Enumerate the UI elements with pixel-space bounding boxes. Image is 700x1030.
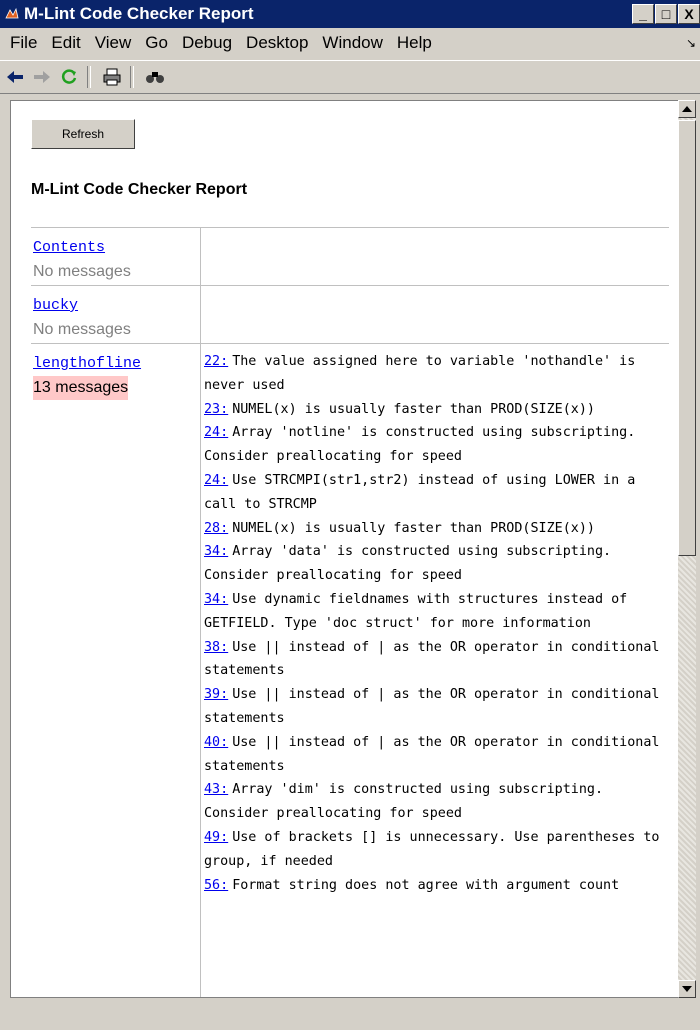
line-number-link[interactable]: 22: [204,354,228,369]
message-item: 23: NUMEL(x) is usually faster than PROD(… [204,398,669,422]
line-number-link[interactable]: 34: [204,544,228,559]
message-text: Use || instead of | as the OR operator i… [204,687,660,726]
message-item: 38: Use || instead of | as the OR operato… [204,636,669,684]
message-item: 24: Array 'notline' is constructed using … [204,421,669,469]
refresh-icon[interactable] [57,65,81,89]
file-cell: bucky No messages [31,286,201,343]
title-bar[interactable]: M-Lint Code Checker Report _ □ X [0,0,700,28]
message-text: Format string does not agree with argume… [232,877,620,893]
menu-desktop[interactable]: Desktop [246,33,308,53]
line-number-link[interactable]: 39: [204,687,228,702]
message-item: 56: Format string does not agree with arg… [204,874,669,898]
message-text: NUMEL(x) is usually faster than PROD(SIZ… [232,401,595,417]
message-text: Use || instead of | as the OR operator i… [204,639,660,679]
toolbar-separator [87,66,91,88]
message-text: Array 'data' is constructed using subscr… [204,544,612,584]
vertical-scrollbar[interactable] [678,100,696,998]
line-number-link[interactable]: 40: [204,735,228,750]
message-text: The value assigned here to variable 'not… [204,354,636,393]
messages-cell: 22: The value assigned here to variable '… [201,344,669,997]
file-row: lengthofline 13 messages 22: The value as… [31,344,669,997]
message-item: 22: The value assigned here to variable '… [204,350,669,398]
message-text: Use STRCMPI(str1,str2) instead of using … [204,472,636,512]
toolbar [0,60,700,94]
print-icon[interactable] [100,65,124,89]
message-item: 24: Use STRCMPI(str1,str2) instead of usi… [204,469,669,517]
report-heading: M-Lint Code Checker Report [31,181,248,198]
maximize-button[interactable]: □ [655,4,677,24]
file-cell: Contents No messages [31,228,201,285]
line-number-link[interactable]: 24: [204,473,228,488]
menu-view[interactable]: View [95,33,132,53]
messages-cell [201,286,669,343]
menu-edit[interactable]: Edit [51,33,80,53]
message-count: No messages [33,321,131,338]
message-item: 43: Array 'dim' is constructed using subs… [204,778,669,826]
menu-go[interactable]: Go [145,33,168,53]
report-table: Contents No messages bucky No messages l… [31,227,669,997]
message-text: Use dynamic fieldnames with structures i… [204,591,628,631]
message-item: 40: Use || instead of | as the OR operato… [204,731,669,779]
undock-arrow-icon[interactable]: ↘ [686,36,696,50]
line-number-link[interactable]: 23: [204,402,228,417]
line-number-link[interactable]: 28: [204,521,228,536]
message-item: 28: NUMEL(x) is usually faster than PROD(… [204,517,669,541]
message-count: No messages [33,263,131,280]
line-number-link[interactable]: 34: [204,592,228,607]
menu-file[interactable]: File [10,33,37,53]
back-icon[interactable] [3,65,27,89]
file-cell: lengthofline 13 messages [31,344,201,997]
message-item: 34: Array 'data' is constructed using sub… [204,540,669,588]
file-link-contents[interactable]: Contents [33,236,200,260]
messages-cell [201,228,669,285]
close-button[interactable]: X [678,4,700,24]
file-row: Contents No messages [31,228,669,286]
line-number-link[interactable]: 43: [204,782,228,797]
forward-icon[interactable] [30,65,54,89]
scrollbar-thumb[interactable] [678,120,696,556]
message-item: 39: Use || instead of | as the OR operato… [204,683,669,731]
message-text: Use of brackets [] is unnecessary. Use p… [204,829,660,869]
browser-window: M-Lint Code Checker Report _ □ X File Ed… [0,0,700,1030]
message-item: 34: Use dynamic fieldnames with structure… [204,588,669,636]
menu-debug[interactable]: Debug [182,33,232,53]
line-number-link[interactable]: 56: [204,878,228,893]
message-count: 13 messages [33,376,129,400]
matlab-icon [5,7,19,19]
message-item: 49: Use of brackets [] is unnecessary. Us… [204,826,669,874]
message-text: NUMEL(x) is usually faster than PROD(SIZ… [232,520,595,536]
find-icon[interactable] [143,65,167,89]
menu-help[interactable]: Help [397,33,432,53]
message-text: Array 'dim' is constructed using subscri… [204,782,604,822]
report-view: Refresh M-Lint Code Checker Report Conte… [10,100,680,998]
line-number-link[interactable]: 49: [204,830,228,845]
file-link-lengthofline[interactable]: lengthofline [33,352,200,376]
file-link-bucky[interactable]: bucky [33,294,200,318]
refresh-button[interactable]: Refresh [31,119,135,149]
minimize-button[interactable]: _ [632,4,654,24]
message-text: Use || instead of | as the OR operator i… [204,734,660,774]
message-text: Array 'notline' is constructed using sub… [204,425,636,465]
scroll-down-button[interactable] [678,980,696,998]
menu-bar: File Edit View Go Debug Desktop Window H… [0,28,700,58]
scroll-up-button[interactable] [678,100,696,118]
line-number-link[interactable]: 24: [204,425,228,440]
toolbar-separator [130,66,134,88]
window-title: M-Lint Code Checker Report [24,4,254,23]
line-number-link[interactable]: 38: [204,640,228,655]
menu-window[interactable]: Window [322,33,382,53]
file-row: bucky No messages [31,286,669,344]
status-bar [0,1000,700,1030]
